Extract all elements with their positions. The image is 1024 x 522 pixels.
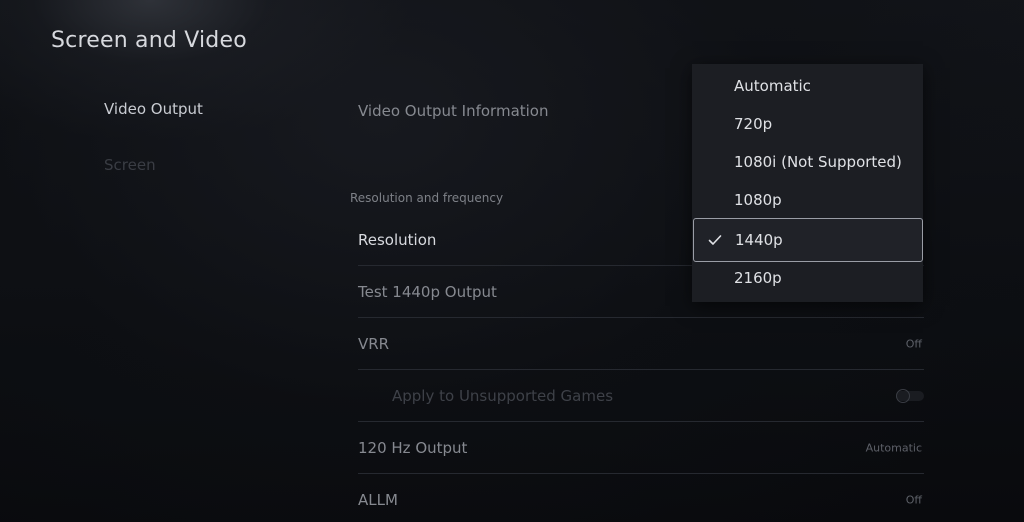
hz-output-label: 120 Hz Output bbox=[358, 439, 468, 457]
screen-and-video-page: Screen and Video Video Output Screen Vid… bbox=[0, 0, 1024, 522]
checkmark-icon bbox=[708, 235, 722, 245]
allm-label: ALLM bbox=[358, 491, 398, 509]
test-output-label: Test 1440p Output bbox=[358, 283, 497, 301]
resolution-dropdown: Automatic 720p 1080i (Not Supported) 108… bbox=[692, 64, 923, 302]
vrr-row[interactable]: VRR Off bbox=[358, 318, 924, 370]
resolution-label: Resolution bbox=[358, 231, 437, 249]
dropdown-option-label: 720p bbox=[734, 115, 773, 133]
dropdown-option-automatic[interactable]: Automatic bbox=[692, 67, 923, 105]
allm-value: Off bbox=[905, 493, 922, 507]
video-output-information-label: Video Output Information bbox=[358, 102, 549, 120]
apply-unsupported-games-row[interactable]: Apply to Unsupported Games bbox=[358, 370, 924, 422]
dropdown-option-2160p[interactable]: 2160p bbox=[692, 259, 923, 297]
dropdown-option-720p[interactable]: 720p bbox=[692, 105, 923, 143]
vrr-value: Off bbox=[905, 337, 922, 351]
nav-item-screen[interactable]: Screen bbox=[104, 156, 156, 174]
dropdown-option-label: 1080i (Not Supported) bbox=[734, 153, 902, 171]
allm-row[interactable]: ALLM Off bbox=[358, 474, 924, 522]
dropdown-option-label: 2160p bbox=[734, 269, 782, 287]
nav-item-video-output[interactable]: Video Output bbox=[104, 100, 203, 118]
dropdown-option-label: Automatic bbox=[734, 77, 811, 95]
hz-output-row[interactable]: 120 Hz Output Automatic bbox=[358, 422, 924, 474]
apply-unsupported-games-label: Apply to Unsupported Games bbox=[392, 387, 614, 405]
dropdown-option-label: 1080p bbox=[734, 191, 782, 209]
apply-unsupported-games-toggle[interactable] bbox=[896, 389, 910, 403]
hz-output-value: Automatic bbox=[865, 441, 922, 455]
vrr-label: VRR bbox=[358, 335, 390, 353]
dropdown-option-label: 1440p bbox=[735, 231, 783, 249]
dropdown-option-1080i[interactable]: 1080i (Not Supported) bbox=[692, 143, 923, 181]
section-header-resolution-frequency: Resolution and frequency bbox=[350, 191, 504, 205]
page-title: Screen and Video bbox=[51, 28, 247, 53]
dropdown-option-1440p[interactable]: 1440p bbox=[693, 218, 923, 262]
dropdown-option-1080p[interactable]: 1080p bbox=[692, 181, 923, 219]
